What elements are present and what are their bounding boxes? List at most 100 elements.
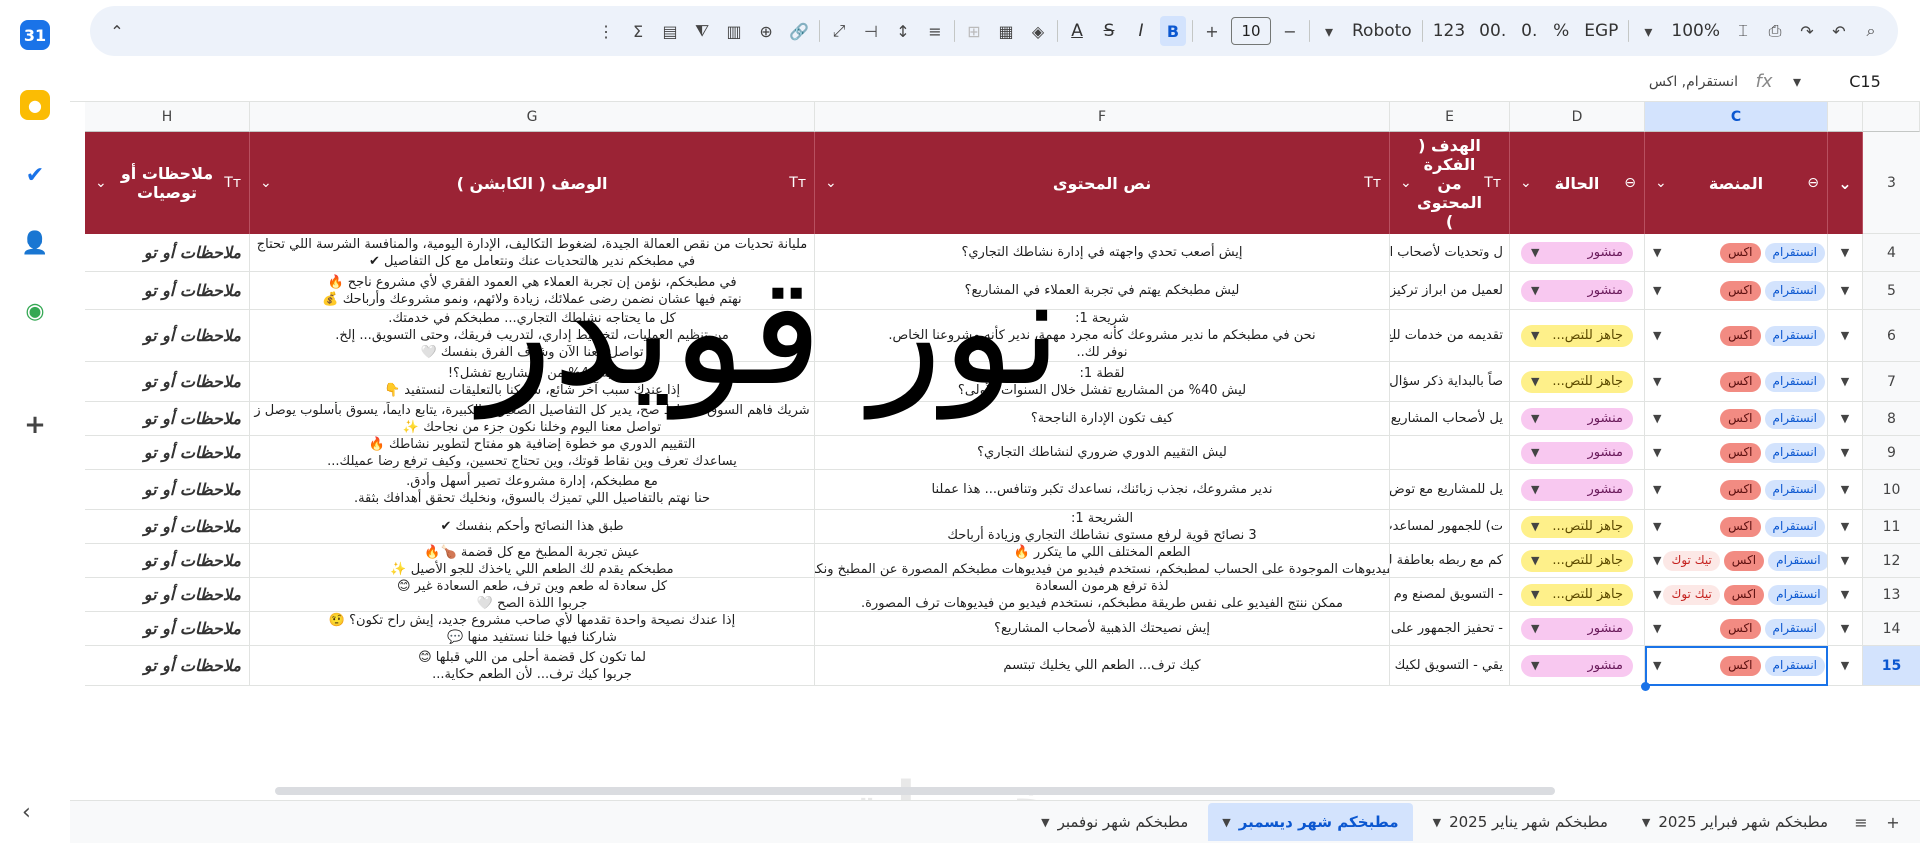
maps-icon[interactable]: ◉ [20,296,50,326]
row-dropdown-cell[interactable]: ▼ [1828,310,1863,362]
goal-cell[interactable]: يل للمشاريع مع توض [1390,470,1510,510]
zoom-select[interactable]: 100% [1667,16,1724,46]
goal-cell[interactable]: صاً بالبداية ذكر سؤال [1390,362,1510,402]
insert-chart-icon[interactable]: ▥ [721,16,747,46]
status-chip[interactable]: منشور ▼ [1521,279,1633,302]
currency-button[interactable]: EGP [1580,16,1622,46]
caption-cell[interactable]: ليه 40% من المشاريع تفشل؟! إذا عندك سبب آ… [250,362,815,402]
notes-cell[interactable]: ملاحظات أو تو [85,362,250,402]
undo-icon[interactable]: ↶ [1826,16,1852,46]
fill-color-icon[interactable]: ◈ [1025,16,1051,46]
sheet-tab[interactable]: مطبخكم شهر ديسمبر ▼ [1208,803,1413,841]
chevron-down-icon[interactable]: ▼ [1841,586,1849,603]
chevron-down-icon[interactable]: ▼ [1841,244,1849,261]
chevron-down-icon[interactable]: ▼ [1653,327,1661,344]
header-filter-chevron-icon[interactable]: ⌄ [1655,175,1667,191]
sheet-tab[interactable]: مطبخكم شهر يناير 2025 ▼ [1419,803,1622,841]
platform-cell[interactable]: انستقرام اكس ▼ [1645,436,1828,470]
status-cell[interactable]: منشور ▼ [1510,272,1645,310]
header-platform[interactable]: المنصة ⌄ ⊖ [1645,132,1828,234]
status-cell[interactable]: جاهز للتص... ▼ [1510,362,1645,402]
paint-format-icon[interactable]: ⌶ [1730,16,1756,46]
column-header-h[interactable]: H [85,102,250,132]
insert-link-icon[interactable]: 🔗 [785,16,813,46]
spreadsheet-grid[interactable]: H G F E D C ملاحظات أو توصيات ⌄ Tт الوصف ( الكابش… [85,102,1920,782]
platform-cell[interactable]: انستقرام اكس ▼ [1645,510,1828,544]
vertical-align-icon[interactable]: ↕ [890,16,916,46]
header-content[interactable]: نص المحتوى ⌄ Tт [815,132,1390,234]
chevron-down-icon[interactable]: ▼ [1642,816,1650,829]
horizontal-align-icon[interactable]: ≡ [922,16,948,46]
chevron-down-icon[interactable]: ▼ [1841,518,1849,535]
more-options-icon[interactable]: ⋮ [593,16,619,46]
decrease-decimal-button[interactable]: .0 [1516,16,1542,46]
chevron-down-icon[interactable]: ▼ [1653,444,1661,461]
platform-cell[interactable]: انستقرام اكس تيك توك ▼ [1645,578,1828,612]
tasks-icon[interactable]: ✔ [20,160,50,190]
notes-cell[interactable]: ملاحظات أو تو [85,612,250,646]
collapse-rail-icon[interactable]: ‹ [22,800,31,825]
platform-cell[interactable]: انستقرام اكس ▼ [1645,362,1828,402]
status-chip[interactable]: منشور ▼ [1521,478,1633,501]
chevron-down-icon[interactable]: ▼ [1841,657,1849,674]
platform-cell[interactable]: انستقرام اكس ▼ [1645,646,1828,686]
contacts-icon[interactable]: 👤 [20,228,50,258]
notes-cell[interactable]: ملاحظات أو تو [85,436,250,470]
status-cell[interactable]: جاهز للتص... ▼ [1510,544,1645,578]
fill-handle[interactable] [1641,682,1650,691]
name-box[interactable]: C15 [1810,62,1920,101]
row-dropdown-cell[interactable]: ▼ [1828,470,1863,510]
content-cell[interactable]: ندير مشروعك، نجذب زبائنك، نساعدك تكبر وت… [815,470,1390,510]
insert-comment-icon[interactable]: ⊕ [753,16,779,46]
goal-cell[interactable]: - تحفيز الجمهور على [1390,612,1510,646]
column-header-e[interactable]: E [1390,102,1510,132]
caption-cell[interactable]: طبق هذا النصائح وأحكم بنفسك ✔ [250,510,815,544]
chevron-down-icon[interactable]: ▼ [1653,244,1661,261]
column-header-f[interactable]: F [815,102,1390,132]
caption-cell[interactable]: عيش تجربة المطبخ مع كل قضمة 🍗🔥 مطبخكم يقد… [250,544,815,578]
caption-cell[interactable]: التقييم الدوري مو خطوة إضافية هو مفتاح ل… [250,436,815,470]
header-filter-chevron-icon[interactable]: ⌄ [825,175,837,191]
strikethrough-button[interactable]: S [1096,16,1122,46]
font-size-input[interactable]: 10 [1231,17,1271,45]
sheet-tab[interactable]: مطبخكم شهر نوفمبر ▼ [1027,803,1202,841]
content-cell[interactable]: لقطة 1: ليش 40% من المشاريع تفشل خلال الس… [815,362,1390,402]
row-header[interactable]: 12 [1863,544,1920,578]
row-dropdown-cell[interactable]: ▼ [1828,362,1863,402]
redo-icon[interactable]: ↷ [1794,16,1820,46]
header-dropdown-col[interactable]: ⌄ [1828,132,1863,234]
status-chip[interactable]: جاهز للتص... ▼ [1521,515,1633,538]
goal-cell[interactable]: كم مع ربطه بعاطفة للـ [1390,544,1510,578]
chevron-down-icon[interactable]: ▼ [1653,620,1661,637]
horizontal-scrollbar[interactable] [275,787,1555,795]
borders-icon[interactable]: ▦ [993,16,1019,46]
row-header[interactable]: 9 [1863,436,1920,470]
content-cell[interactable]: ليش مطبخكم يهتم في تجربة العملاء في المش… [815,272,1390,310]
platform-cell[interactable]: انستقرام اكس تيك توك ▼ [1645,544,1828,578]
notes-cell[interactable]: ملاحظات أو تو [85,310,250,362]
chevron-down-icon[interactable]: ▼ [1222,816,1230,829]
status-cell[interactable]: منشور ▼ [1510,234,1645,272]
header-caption[interactable]: الوصف ( الكابشن ) ⌄ Tт [250,132,815,234]
bold-button[interactable]: B [1160,16,1186,46]
header-status[interactable]: الحالة ⌄ ⊖ [1510,132,1645,234]
increase-font-size-icon[interactable]: + [1199,16,1225,46]
row-header[interactable]: 5 [1863,272,1920,310]
notes-cell[interactable]: ملاحظات أو تو [85,578,250,612]
platform-cell[interactable]: انستقرام اكس ▼ [1645,612,1828,646]
platform-cell[interactable]: انستقرام اكس ▼ [1645,470,1828,510]
chevron-down-icon[interactable]: ▼ [1653,586,1661,603]
add-sheet-icon[interactable]: + [1880,807,1906,837]
collapse-menus-icon[interactable]: ⌃ [104,16,130,46]
content-cell[interactable]: إيش نصيحتك الذهبية لأصحاب المشاريع؟ [815,612,1390,646]
name-box-dropdown-icon[interactable]: ▾ [1784,67,1810,97]
row-header[interactable]: 15 [1863,646,1920,686]
filter-views-icon[interactable]: ▤ [657,16,683,46]
content-cell[interactable]: شريحة 1: نحن في مطبخكم ما ندير مشروعك كأن… [815,310,1390,362]
chevron-down-icon[interactable]: ▼ [1653,657,1661,674]
platform-cell[interactable]: انستقرام اكس ▼ [1645,272,1828,310]
chevron-down-icon[interactable]: ▼ [1841,552,1849,569]
caption-cell[interactable]: مع مطبخكم، إدارة مشروعك تصير أسهل وأدق. ح… [250,470,815,510]
goal-cell[interactable]: ل وتحديات لأصحاب الـ [1390,234,1510,272]
chevron-down-icon[interactable]: ▼ [1841,620,1849,637]
